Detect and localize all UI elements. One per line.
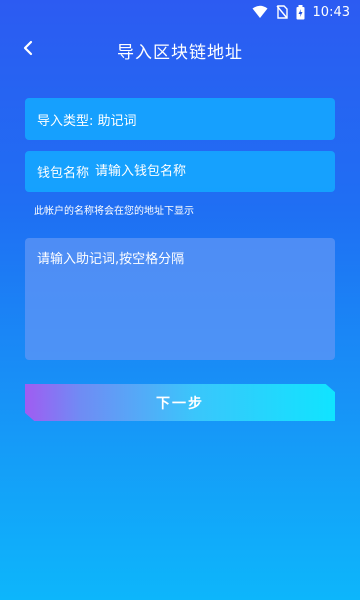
status-bar: 10:43: [0, 0, 360, 24]
wallet-name-hint: 此帐户的名称将会在您的地址下显示: [34, 206, 194, 217]
wallet-name-input[interactable]: [95, 164, 323, 179]
no-sim-icon: [275, 5, 288, 19]
wifi-icon: [252, 5, 268, 19]
import-type-label: 导入类型: 助记词: [37, 113, 137, 129]
app-bar: 导入区块链地址: [0, 28, 360, 72]
wallet-name-label: 钱包名称: [37, 166, 90, 181]
page-title: 导入区块链地址: [117, 43, 243, 63]
status-time: 10:43: [312, 4, 350, 20]
import-type-field[interactable]: 导入类型: 助记词: [25, 98, 335, 140]
mnemonic-field[interactable]: [25, 238, 335, 360]
battery-charging-icon: [296, 4, 305, 20]
wallet-name-field[interactable]: 钱包名称: [25, 151, 335, 192]
mnemonic-input[interactable]: [37, 248, 323, 350]
next-button[interactable]: 下一步: [25, 384, 335, 421]
